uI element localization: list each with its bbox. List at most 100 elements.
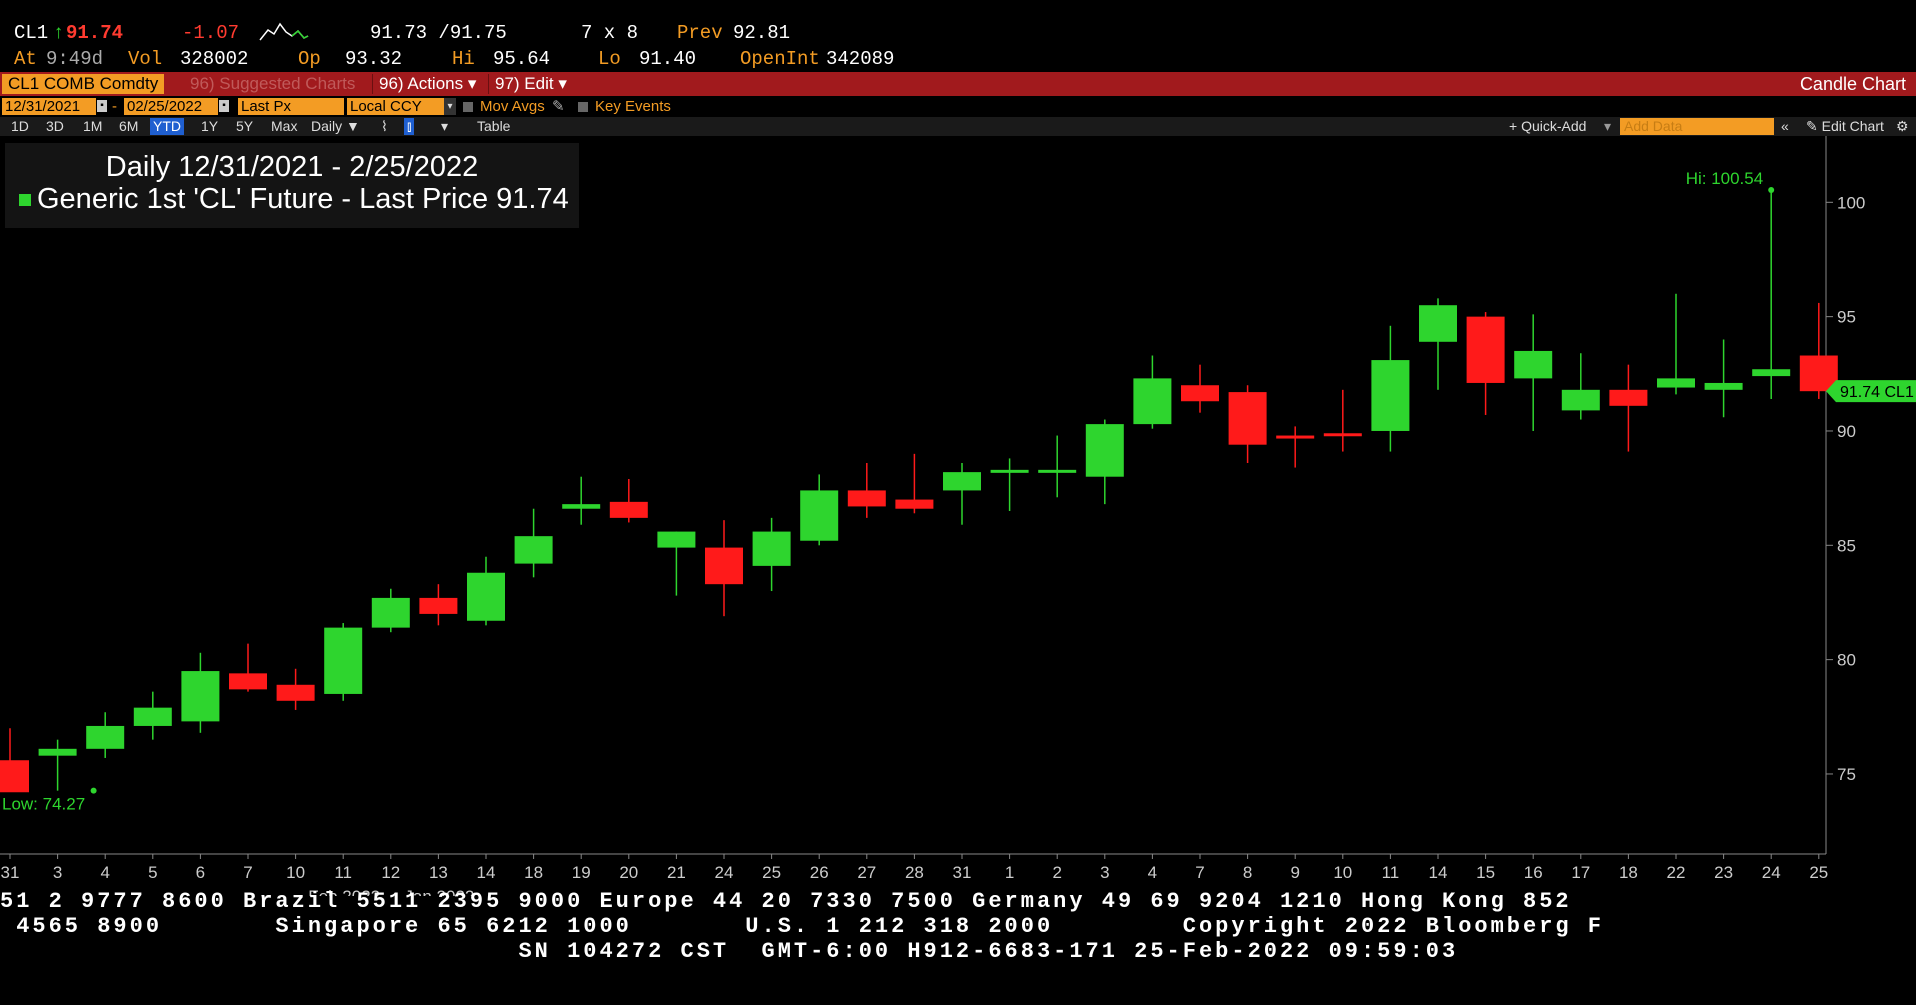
collapse-icon[interactable]: « bbox=[1778, 118, 1792, 135]
candle-body bbox=[895, 499, 934, 509]
contact-line-1: 51 2 9777 8600 Brazil 5511 2395 9000 Eur… bbox=[0, 889, 1572, 914]
x-tick-label: 9 bbox=[1290, 863, 1299, 882]
candle-body bbox=[1419, 305, 1457, 342]
table-button[interactable]: Table bbox=[474, 118, 513, 135]
ticker-symbol[interactable]: CL1 bbox=[14, 20, 48, 46]
candle-body bbox=[800, 490, 839, 541]
legend-series-label: Generic 1st 'CL' Future - Last Price 91.… bbox=[37, 183, 569, 215]
field-dropdown[interactable]: Last Px bbox=[238, 98, 344, 115]
currency-dropdown[interactable]: Local CCY bbox=[347, 98, 449, 115]
x-tick-label: 8 bbox=[1243, 863, 1252, 882]
open-price: 93.32 bbox=[345, 48, 403, 70]
pencil-icon[interactable]: ✎ bbox=[552, 98, 565, 115]
gear-icon[interactable]: ⚙ bbox=[1893, 118, 1912, 135]
key-events-label[interactable]: Key Events bbox=[595, 98, 671, 115]
y-tick-label: 100 bbox=[1837, 193, 1865, 212]
candle-chart[interactable]: 758085909510031 3 4 5 6 7 10 11 12 13 14 18 19 20 21 24… bbox=[0, 136, 1916, 896]
key-events-checkbox[interactable] bbox=[578, 102, 588, 112]
candle-body bbox=[0, 760, 29, 793]
candle-body bbox=[419, 597, 458, 614]
x-tick-label: 3 bbox=[53, 863, 62, 882]
period-ytd[interactable]: YTD bbox=[150, 118, 184, 135]
legend-series: Generic 1st 'CL' Future - Last Price 91.… bbox=[19, 183, 569, 216]
candle-body bbox=[133, 707, 172, 726]
chevron-down-icon[interactable]: ▾ bbox=[438, 118, 451, 135]
candle-body bbox=[86, 725, 125, 749]
line-chart-icon[interactable]: ⌇ bbox=[378, 118, 391, 135]
x-tick-label: 3 bbox=[1100, 863, 1109, 882]
low-annotation: Low: 74.27 bbox=[2, 795, 85, 814]
mov-avgs-checkbox[interactable] bbox=[463, 102, 473, 112]
bid-ask: 91.73 /91.75 bbox=[370, 22, 507, 44]
candle-body bbox=[514, 536, 553, 564]
open-label: Op bbox=[298, 48, 321, 70]
candle-body bbox=[1276, 435, 1315, 439]
edit-chart-label: Edit Chart bbox=[1821, 118, 1884, 134]
period-1m[interactable]: 1M bbox=[80, 118, 105, 135]
high-price: 95.64 bbox=[493, 48, 551, 70]
period-1y[interactable]: 1Y bbox=[198, 118, 221, 135]
calendar-icon[interactable]: ▪ bbox=[97, 100, 107, 112]
x-tick-label: 23 bbox=[1714, 863, 1733, 882]
open-interest: 342089 bbox=[826, 48, 895, 70]
mov-avgs-label[interactable]: Mov Avgs bbox=[480, 98, 545, 115]
frequency-dropdown[interactable]: Daily ▼ bbox=[308, 118, 363, 135]
x-tick-label: 24 bbox=[1762, 863, 1781, 882]
y-tick-label: 85 bbox=[1837, 536, 1856, 555]
candle-body bbox=[943, 472, 981, 491]
edit-label: 97) Edit bbox=[495, 74, 554, 93]
options-bar: 12/31/2021 ▪ - 02/25/2022 ▪ Last Px Loca… bbox=[0, 97, 1916, 117]
end-date-field[interactable]: 02/25/2022 bbox=[124, 98, 218, 115]
high-label: Hi bbox=[452, 48, 475, 70]
quick-add-button[interactable]: + Quick-Add bbox=[1506, 118, 1589, 135]
x-tick-label: 17 bbox=[1571, 863, 1590, 882]
candle-body bbox=[1752, 369, 1791, 377]
period-1d[interactable]: 1D bbox=[8, 118, 32, 135]
volume: 328002 bbox=[180, 48, 249, 70]
candle-body bbox=[38, 748, 77, 756]
edit-chart-button[interactable]: ✎ Edit Chart bbox=[1803, 118, 1887, 135]
period-3d[interactable]: 3D bbox=[43, 118, 67, 135]
x-tick-label: 10 bbox=[1333, 863, 1352, 882]
security-field[interactable]: CL1 COMB Comdty bbox=[2, 74, 165, 94]
period-6m[interactable]: 6M bbox=[116, 118, 141, 135]
add-data-input[interactable]: Add Data bbox=[1620, 118, 1774, 135]
chevron-down-icon[interactable]: ▾ bbox=[1601, 118, 1614, 135]
start-date-field[interactable]: 12/31/2021 bbox=[2, 98, 96, 115]
chart-legend: Daily 12/31/2021 - 2/25/2022 Generic 1st… bbox=[5, 143, 579, 228]
actions-label: 96) Actions bbox=[379, 74, 464, 93]
x-tick-label: 6 bbox=[196, 863, 205, 882]
actions-menu[interactable]: 96) Actions ▾ bbox=[372, 74, 482, 94]
period-5y[interactable]: 5Y bbox=[233, 118, 256, 135]
candle-body bbox=[1085, 424, 1124, 477]
candle-body bbox=[1514, 350, 1553, 379]
period-max[interactable]: Max bbox=[268, 118, 300, 135]
candle-body bbox=[324, 627, 363, 694]
candle-body bbox=[1466, 316, 1505, 383]
chevron-down-icon[interactable]: ▾ bbox=[444, 98, 456, 115]
frequency-label: Daily bbox=[311, 118, 343, 134]
x-tick-label: 16 bbox=[1524, 863, 1543, 882]
last-price-tag-label: 91.74 CL1 bbox=[1840, 384, 1914, 401]
y-tick-label: 95 bbox=[1837, 308, 1856, 327]
x-tick-label: 27 bbox=[857, 863, 876, 882]
quote-header: CL1 ↑ 91.74 -1.07 91.73 /91.75 7 x 8 Pre… bbox=[0, 20, 1916, 72]
caret-down-icon: ▼ bbox=[346, 118, 360, 134]
edit-menu[interactable]: 97) Edit ▾ bbox=[488, 74, 573, 94]
x-tick-label: 18 bbox=[524, 863, 543, 882]
candle-chart-icon[interactable]: ⫾ bbox=[404, 118, 415, 135]
x-tick-label: 10 bbox=[286, 863, 305, 882]
sparkline-icon bbox=[259, 22, 309, 41]
x-tick-label: 7 bbox=[1195, 863, 1204, 882]
function-bar: CL1 COMB Comdty 96) Suggested Charts 96)… bbox=[0, 72, 1916, 96]
chevron-down-icon: ▾ bbox=[558, 74, 567, 93]
suggested-charts-menu[interactable]: 96) Suggested Charts bbox=[184, 74, 361, 94]
candle-body bbox=[1561, 389, 1600, 411]
x-tick-label: 22 bbox=[1667, 863, 1686, 882]
candle-body bbox=[1228, 392, 1267, 445]
candle-body bbox=[562, 504, 601, 509]
calendar-icon[interactable]: ▪ bbox=[219, 100, 229, 112]
candle-body bbox=[371, 597, 410, 628]
x-tick-label: 5 bbox=[148, 863, 157, 882]
last-price: 91.74 bbox=[66, 22, 124, 44]
